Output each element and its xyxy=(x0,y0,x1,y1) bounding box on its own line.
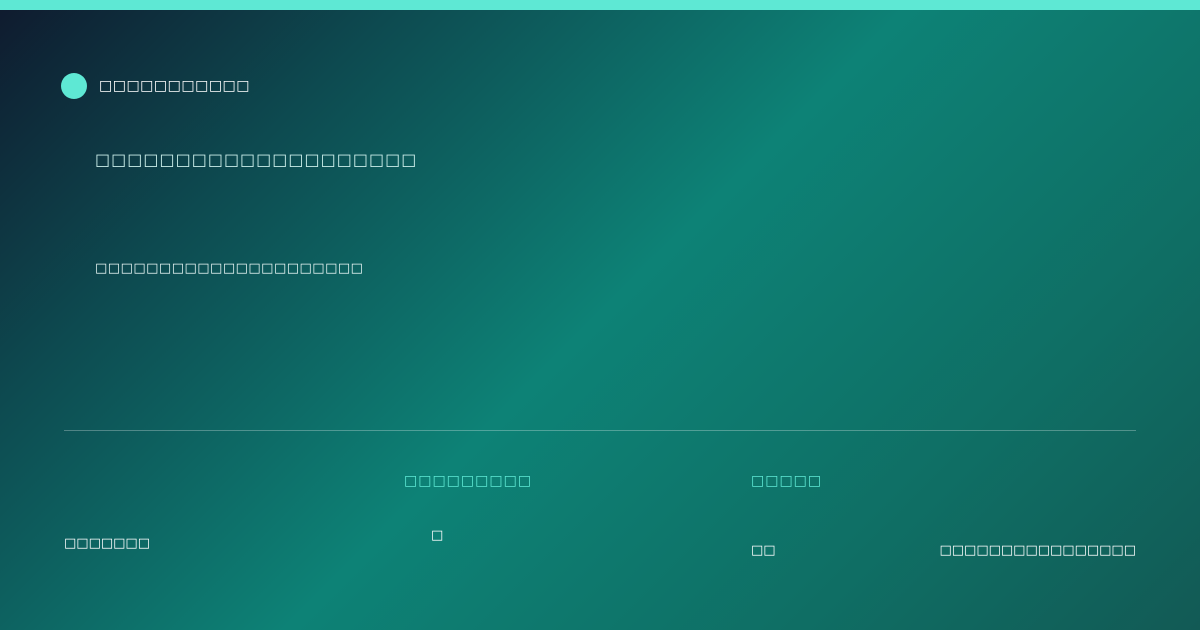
subline: □□□□□□□□□□□□□□□□□□□□□ xyxy=(95,261,364,276)
brand-name: □□□□□□□□□□□ xyxy=(99,78,251,94)
footer-right-text: □□□□□□□□□□□□□□□□ xyxy=(939,543,1136,558)
footer-left-text: □□□□□□□ xyxy=(64,536,150,551)
stat-value-1: □ xyxy=(431,528,444,543)
stat-value-2: □□ xyxy=(751,543,776,558)
brand: □□□□□□□□□□□ xyxy=(61,73,250,99)
stat-label-1: □□□□□□□□□ xyxy=(404,473,533,489)
brand-dot-icon xyxy=(61,73,87,99)
stat-label-2: □□□□□ xyxy=(751,473,823,489)
headline: □□□□□□□□□□□□□□□□□□□□ xyxy=(95,150,418,169)
footer-divider xyxy=(64,430,1136,431)
top-accent-bar xyxy=(0,0,1200,10)
